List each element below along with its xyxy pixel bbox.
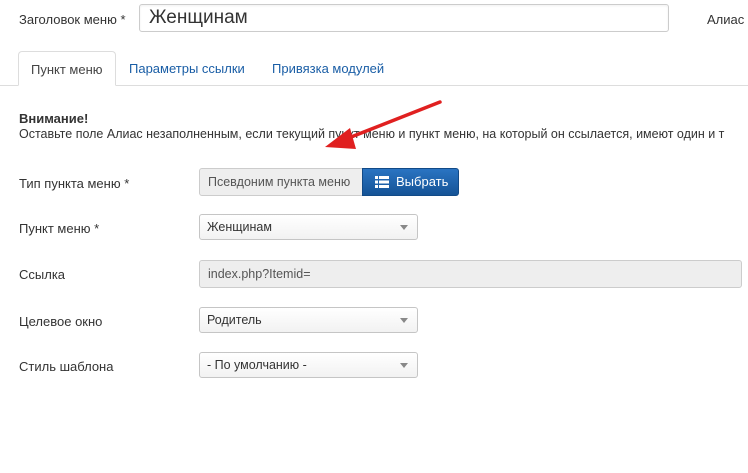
menu-title-input[interactable]: Женщинам [139, 4, 669, 32]
link-field: index.php?Itemid= [199, 260, 742, 288]
tab-link-options[interactable]: Параметры ссылки [117, 51, 257, 86]
target-window-select-value: Родитель [207, 313, 262, 327]
menu-item-select[interactable]: Женщинам [199, 214, 418, 240]
alert-message: Оставьте поле Алиас незаполненным, если … [19, 127, 725, 141]
menu-title-label: Заголовок меню * [19, 12, 126, 27]
template-style-select-value: - По умолчанию - [207, 358, 307, 372]
menu-item-label: Пункт меню * [19, 221, 100, 236]
caret-down-icon [400, 363, 408, 368]
template-style-select[interactable]: - По умолчанию - [199, 352, 418, 378]
menu-item-type-label: Тип пункта меню * [19, 176, 130, 191]
menu-item-select-value: Женщинам [207, 220, 272, 234]
menu-item-type-field: Псевдоним пункта меню [199, 168, 363, 196]
target-window-label: Целевое окно [19, 314, 103, 329]
caret-down-icon [400, 225, 408, 230]
select-type-button[interactable]: Выбрать [362, 168, 459, 196]
target-window-select[interactable]: Родитель [199, 307, 418, 333]
tab-menu-item[interactable]: Пункт меню [18, 51, 116, 86]
tab-bar: Пункт меню Параметры ссылки Привязка мод… [0, 51, 748, 86]
caret-down-icon [400, 318, 408, 323]
tab-module-assignment[interactable]: Привязка модулей [260, 51, 396, 86]
select-type-button-label: Выбрать [396, 174, 449, 189]
alert-title: Внимание! [19, 111, 89, 126]
alias-label: Алиас [707, 12, 745, 27]
link-label: Ссылка [19, 267, 66, 282]
template-style-label: Стиль шаблона [19, 359, 114, 374]
list-icon [375, 176, 389, 188]
